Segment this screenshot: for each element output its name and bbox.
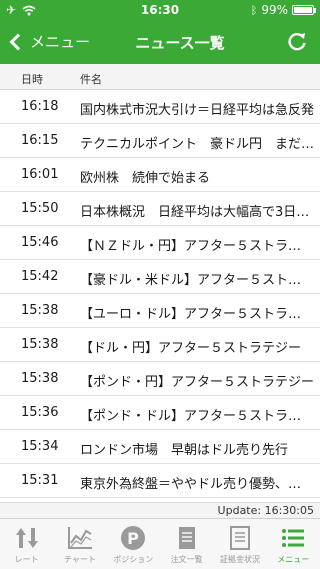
page-title: ニュース一覧 <box>135 34 225 52</box>
tab-label: 証拠金状況 <box>219 555 260 564</box>
tab-bar: レート チャート P ポジション 注文一覧 証拠金状況 メニュー <box>0 518 320 569</box>
tab-margin-status[interactable]: 証拠金状況 <box>213 519 266 569</box>
news-time: 15:50 <box>21 201 59 216</box>
news-time: 15:42 <box>21 269 59 284</box>
rate-arrows-icon <box>13 525 41 551</box>
update-timestamp: Update: 16:30:05 <box>0 502 320 518</box>
news-time: 15:31 <box>21 473 59 488</box>
news-title: テクニカルポイント 豪ドル円 まだ… <box>80 137 314 152</box>
news-time: 16:15 <box>21 133 59 148</box>
news-title: 【ＮＺドル・円】アフター５ストラテジー <box>80 239 314 254</box>
news-row[interactable]: 16:18 国内株式市況大引け＝日経平均は急反発 <box>0 90 320 124</box>
news-time: 16:18 <box>21 99 59 114</box>
news-row[interactable]: 16:01 欧州株 続伸で始まる <box>0 158 320 192</box>
news-title: 欧州株 続伸で始まる <box>80 171 211 186</box>
news-time: 15:46 <box>21 235 59 250</box>
list-header: 日時 件名 <box>0 64 320 90</box>
news-time: 15:38 <box>21 337 59 352</box>
tab-label: メニュー <box>277 555 310 564</box>
news-title: 国内株式市況大引け＝日経平均は急反発 <box>80 103 314 118</box>
news-time: 15:34 <box>21 439 59 454</box>
tab-label: レート <box>14 555 39 564</box>
header-title-label: 件名 <box>80 73 102 86</box>
news-row[interactable]: 15:46 【ＮＺドル・円】アフター５ストラテジー <box>0 226 320 260</box>
tab-order-list[interactable]: 注文一覧 <box>160 519 213 569</box>
tab-position-p[interactable]: P ポジション <box>107 519 160 569</box>
battery-percent: 99% <box>261 3 288 17</box>
news-row[interactable]: 15:50 日本株概況 日経平均は大幅高で3日… <box>0 192 320 226</box>
news-time: 16:01 <box>21 167 59 182</box>
news-row[interactable]: 15:38 【ドル・円】アフター５ストラテジー <box>0 328 320 362</box>
news-title: 【ドル・円】アフター５ストラテジー <box>80 341 302 356</box>
tab-menu[interactable]: メニュー <box>267 519 320 569</box>
battery-icon <box>292 5 316 15</box>
tab-label: 注文一覧 <box>170 555 203 564</box>
news-title: 東京外為終盤＝ややドル売り優勢、ドル… <box>80 477 314 492</box>
status-bar: ✈ 16:30 ᛒ 99% <box>0 0 320 20</box>
news-time: 15:38 <box>21 303 59 318</box>
news-title: 【ポンド・ドル】アフター５ストラテジー <box>80 409 314 424</box>
news-title: 【ポンド・円】アフター５ストラテジー <box>80 375 314 390</box>
news-title: 【ユーロ・ドル】アフター５ストラテジー <box>80 307 314 322</box>
chart-icon <box>66 525 94 551</box>
header-time-label: 日時 <box>21 73 43 86</box>
tab-label: チャート <box>64 555 96 564</box>
news-row[interactable]: 15:36 【ポンド・ドル】アフター５ストラテジー <box>0 396 320 430</box>
refresh-icon[interactable] <box>286 30 308 52</box>
news-title: 【豪ドル・米ドル】アフター５ストラテジー <box>80 273 314 288</box>
news-list[interactable]: 16:18 国内株式市況大引け＝日経平均は急反発 16:15 テクニカルポイント 豪ド… <box>0 90 320 502</box>
news-row[interactable]: 15:31 東京外為終盤＝ややドル売り優勢、ドル… <box>0 464 320 498</box>
tab-rate-arrows[interactable]: レート <box>0 519 53 569</box>
nav-bar: メニュー ニュース一覧 <box>0 20 320 64</box>
news-title: ロンドン市場 早朝はドル売り先行 <box>80 443 289 458</box>
tab-chart[interactable]: チャート <box>53 519 106 569</box>
news-row[interactable]: 16:15 テクニカルポイント 豪ドル円 まだ… <box>0 124 320 158</box>
news-title: 日本株概況 日経平均は大幅高で3日… <box>80 205 310 220</box>
position-p-icon: P <box>119 525 147 551</box>
news-row[interactable]: 15:34 ロンドン市場 早朝はドル売り先行 <box>0 430 320 464</box>
menu-icon <box>279 525 307 551</box>
status-right: ᛒ 99% <box>250 3 316 17</box>
tab-label: ポジション <box>113 555 154 564</box>
bluetooth-icon: ᛒ <box>250 3 258 17</box>
news-time: 15:38 <box>21 371 59 386</box>
news-row[interactable]: 15:38 【ユーロ・ドル】アフター５ストラテジー <box>0 294 320 328</box>
order-list-icon <box>173 525 201 551</box>
news-row[interactable]: 15:38 【ポンド・円】アフター５ストラテジー <box>0 362 320 396</box>
news-row[interactable]: 15:42 【豪ドル・米ドル】アフター５ストラテジー <box>0 260 320 294</box>
svg-text:P: P <box>127 529 139 548</box>
news-time: 15:36 <box>21 405 59 420</box>
margin-status-icon <box>226 525 254 551</box>
